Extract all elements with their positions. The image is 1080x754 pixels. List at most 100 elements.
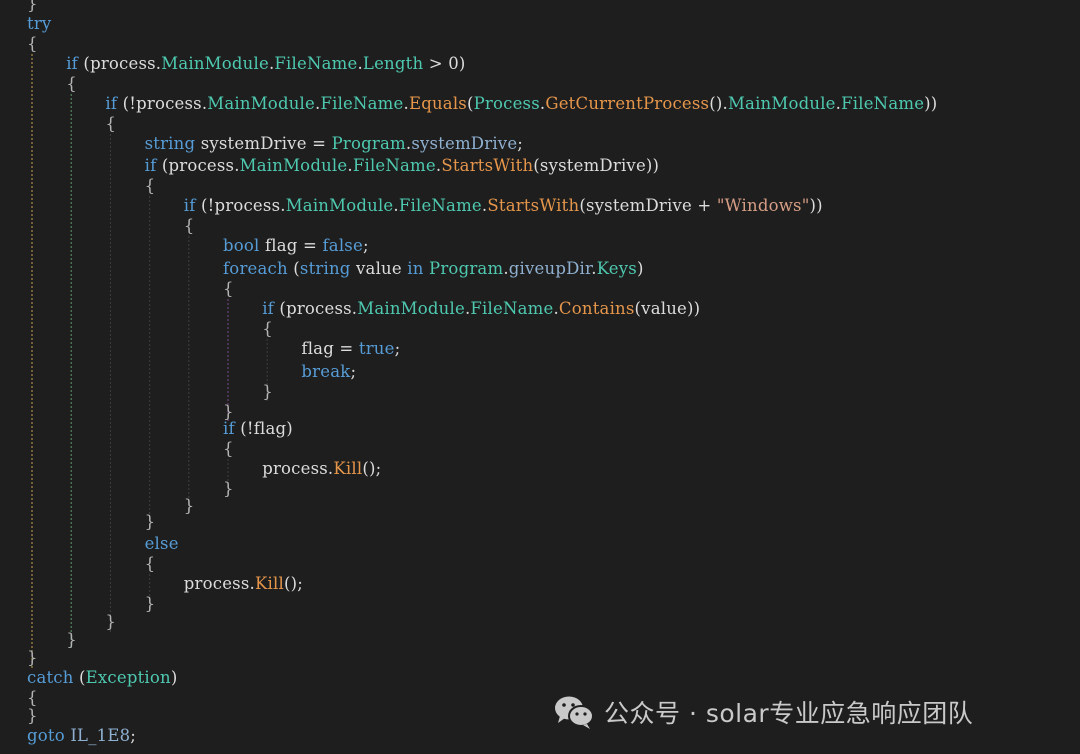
- code-token: {: [144, 554, 156, 573]
- code-token: (process.: [77, 54, 162, 73]
- code-token: }: [262, 382, 273, 401]
- code-token: ;: [362, 236, 369, 255]
- code-line: process.Kill();: [262, 457, 381, 481]
- code-token: string: [144, 134, 196, 153]
- code-token: MainModule: [161, 54, 269, 73]
- code-token: ().: [709, 94, 728, 113]
- code-token: if: [262, 299, 274, 318]
- code-token: {: [144, 176, 156, 195]
- code-token: }: [66, 630, 77, 649]
- code-token: (process.: [273, 299, 358, 318]
- code-token: foreach: [223, 259, 288, 278]
- code-line: {: [223, 277, 234, 301]
- code-token: ): [170, 668, 178, 687]
- code-line: catch (Exception): [27, 666, 178, 690]
- code-token: ;: [130, 726, 137, 745]
- code-line: {: [223, 437, 234, 461]
- code-token: (: [466, 94, 474, 113]
- code-token: Kill: [254, 574, 284, 593]
- code-token: FileName: [320, 94, 404, 113]
- code-token: }: [27, 648, 38, 667]
- code-token: ;: [350, 362, 357, 381]
- code-token: MainModule: [207, 94, 315, 113]
- code-token: Kill: [333, 459, 363, 478]
- code-token: flag =: [301, 339, 359, 358]
- code-token: if: [183, 196, 196, 215]
- code-token: MainModule: [285, 196, 394, 215]
- code-token: Program: [331, 134, 406, 153]
- code-token: (systemDrive +: [579, 196, 717, 215]
- code-token: }: [105, 612, 117, 631]
- code-line: if (process.MainModule.FileName.StartsWi…: [145, 154, 660, 178]
- code-token: MainModule: [727, 94, 836, 113]
- watermark-text: 公众号 · solar专业应急响应团队: [604, 699, 974, 728]
- code-token: {: [183, 216, 195, 235]
- code-token: if: [223, 419, 235, 438]
- code-token: systemDrive =: [195, 134, 332, 153]
- code-line: }: [145, 510, 156, 534]
- code-token: {: [262, 319, 273, 338]
- code-line: }: [184, 494, 195, 518]
- code-line: }: [262, 380, 273, 404]
- code-token: ();: [362, 459, 382, 478]
- code-token: if: [66, 54, 78, 73]
- code-token: }: [183, 496, 195, 515]
- code-editor[interactable]: } try{if (process.MainModule.FileName.Len…: [0, 0, 1080, 754]
- code-token: false: [322, 236, 363, 255]
- code-token: (systemDrive)): [533, 156, 660, 175]
- code-token: giveupDir: [508, 259, 592, 278]
- code-line: process.Kill();: [184, 572, 303, 596]
- code-token: GetCurrentProcess: [545, 94, 710, 113]
- code-token: }: [27, 706, 38, 725]
- code-token: )): [924, 94, 938, 113]
- code-token: StartsWith: [487, 196, 580, 215]
- code-line: }: [145, 592, 156, 616]
- code-token: ();: [283, 574, 303, 593]
- wechat-icon: [555, 696, 594, 729]
- code-token: Process: [473, 94, 540, 113]
- code-token: }: [144, 512, 156, 531]
- code-token: IL_1E8: [64, 726, 131, 745]
- code-token: "Windows": [716, 196, 810, 215]
- code-line: {: [27, 32, 38, 56]
- code-line: }: [66, 628, 77, 652]
- code-token: string: [299, 259, 351, 278]
- code-token: (!flag): [234, 419, 293, 438]
- code-line: flag = true;: [301, 337, 400, 361]
- code-token: value: [350, 259, 408, 278]
- code-token: }: [223, 479, 234, 498]
- code-token: flag =: [259, 236, 323, 255]
- code-token: (: [73, 668, 86, 687]
- code-token: > 0): [423, 54, 466, 73]
- code-token: Contains: [558, 299, 635, 318]
- code-token: Equals: [408, 94, 467, 113]
- code-token: ): [636, 259, 644, 278]
- code-line: {: [145, 174, 156, 198]
- code-line: {: [262, 317, 273, 341]
- code-line: {: [105, 112, 116, 136]
- code-token: else: [144, 534, 179, 553]
- code-line: {: [145, 552, 156, 576]
- code-token: )): [809, 196, 823, 215]
- code-token: true: [358, 339, 395, 358]
- code-token: {: [27, 34, 38, 53]
- code-token: FileName: [352, 156, 436, 175]
- code-token: process.: [262, 459, 334, 478]
- code-token: (!process.: [117, 94, 208, 113]
- code-line: string systemDrive = Program.systemDrive…: [145, 132, 523, 156]
- code-token: try: [27, 14, 52, 33]
- code-token: systemDrive: [411, 134, 518, 153]
- code-token: bool: [223, 236, 260, 255]
- code-token: {: [223, 439, 234, 458]
- code-token: Program: [429, 259, 504, 278]
- code-token: {: [66, 74, 77, 93]
- code-token: (: [287, 259, 300, 278]
- code-token: (value)): [634, 299, 701, 318]
- code-token: if: [105, 94, 118, 113]
- code-token: ;: [394, 339, 401, 358]
- code-line: }: [223, 477, 234, 501]
- code-token: break: [301, 362, 351, 381]
- code-line: if (process.MainModule.FileName.Contains…: [262, 297, 700, 321]
- code-token: ;: [517, 134, 524, 153]
- code-token: FileName: [841, 94, 925, 113]
